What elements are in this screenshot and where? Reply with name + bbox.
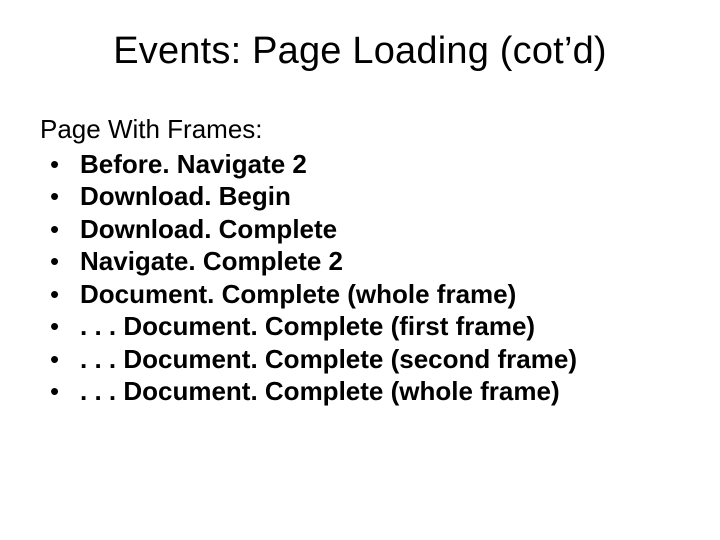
list-item: Navigate. Complete 2 [40,245,680,278]
list-item: Document. Complete (whole frame) [40,278,680,311]
lead-line: Page With Frames: [40,113,680,146]
slide-title: Events: Page Loading (cot’d) [40,30,680,73]
bullet-list: Before. Navigate 2 Download. Begin Downl… [40,148,680,408]
list-item: . . . Document. Complete (whole frame) [40,375,680,408]
list-item: Before. Navigate 2 [40,148,680,181]
slide-body: Page With Frames: Before. Navigate 2 Dow… [40,113,680,408]
list-item: Download. Begin [40,180,680,213]
list-item: Download. Complete [40,213,680,246]
list-item: . . . Document. Complete (second frame) [40,343,680,376]
list-item: . . . Document. Complete (first frame) [40,310,680,343]
slide: Events: Page Loading (cot’d) Page With F… [0,0,720,540]
